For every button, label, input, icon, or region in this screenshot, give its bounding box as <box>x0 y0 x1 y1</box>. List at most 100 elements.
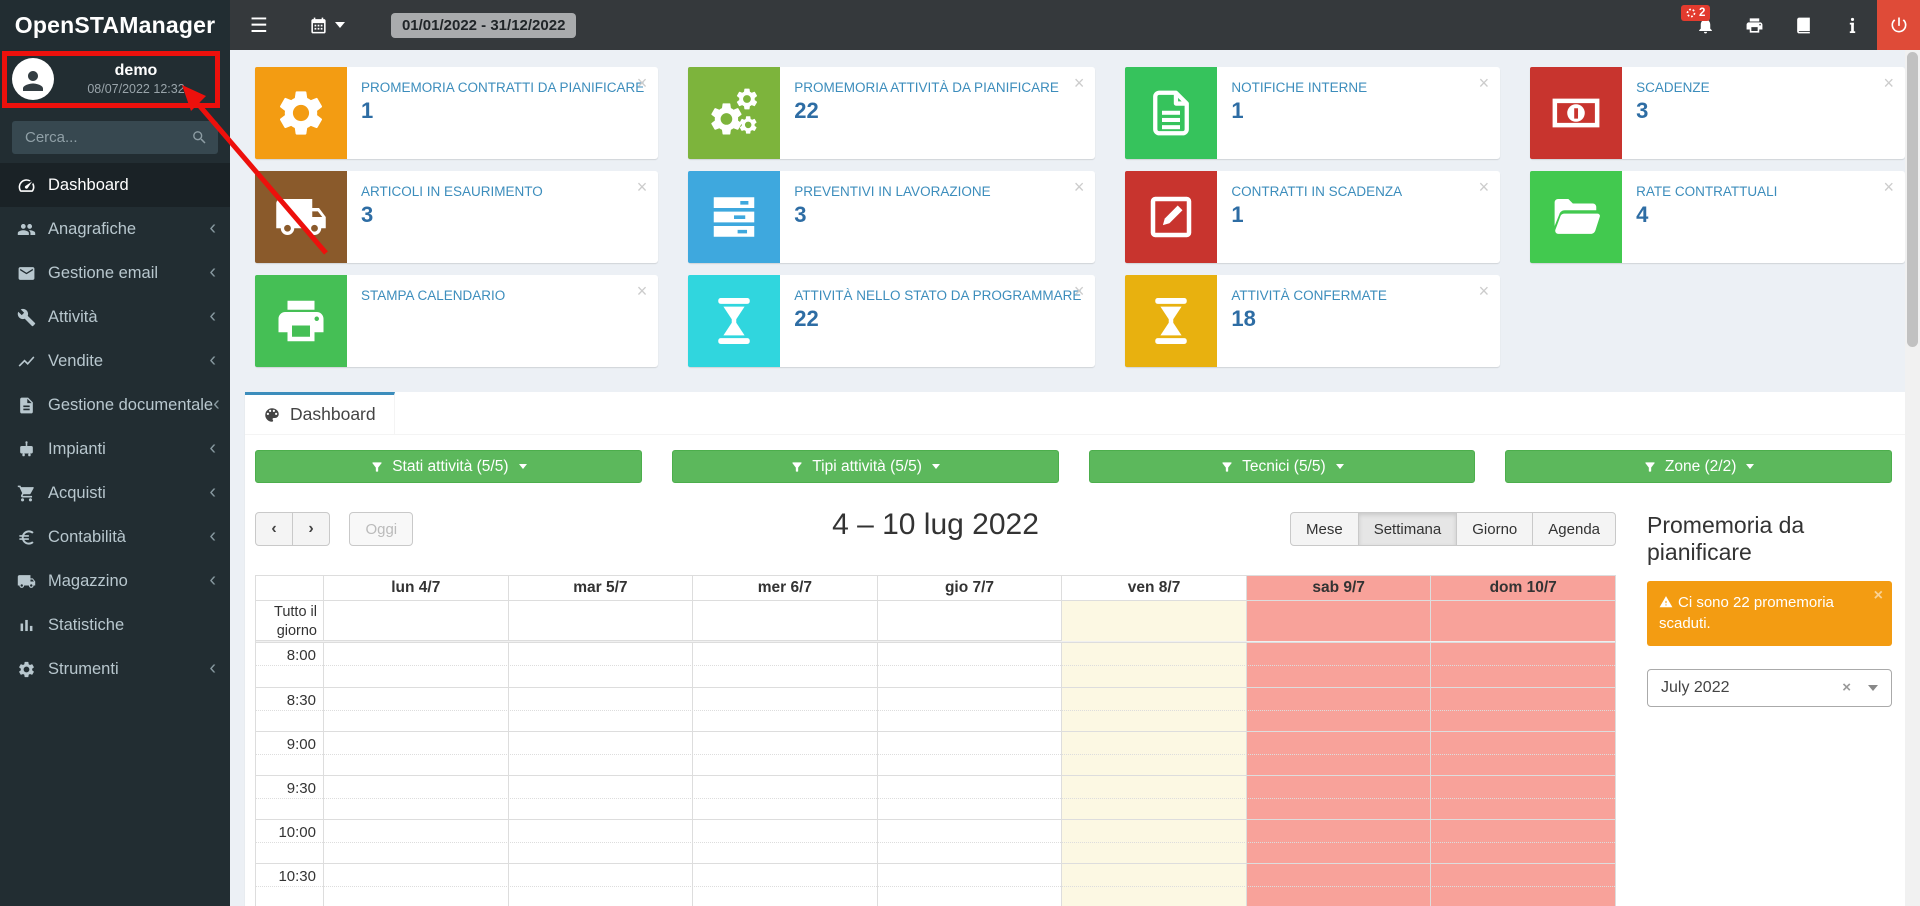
calendar-slot[interactable] <box>877 820 1062 863</box>
search-icon[interactable] <box>191 129 208 146</box>
calendar-slot[interactable] <box>1430 688 1615 731</box>
calendar-slot[interactable] <box>1246 820 1431 863</box>
calendar-slot[interactable] <box>1430 643 1615 687</box>
calendar-slot[interactable] <box>692 776 877 819</box>
calendar-slot[interactable] <box>1061 688 1246 731</box>
calendar-slot[interactable] <box>1246 643 1431 687</box>
calendar-slot[interactable] <box>877 864 1062 906</box>
calendar-slot[interactable] <box>1430 820 1615 863</box>
sidebar-item-statistiche[interactable]: Statistiche <box>0 603 230 647</box>
date-range-badge[interactable]: 01/01/2022 - 31/12/2022 <box>391 13 576 38</box>
filter-button-tipi-attivit-5-5[interactable]: Tipi attività (5/5) <box>672 450 1059 483</box>
calendar-slot[interactable] <box>1246 776 1431 819</box>
allday-cell[interactable] <box>1246 601 1431 641</box>
info-button[interactable] <box>1828 0 1877 50</box>
widget-card-contratti-in-scadenza[interactable]: CONTRATTI IN SCADENZA1× <box>1125 171 1500 263</box>
calendar-slot[interactable] <box>323 820 508 863</box>
widget-card-preventivi-in-lavorazione[interactable]: PREVENTIVI IN LAVORAZIONE3× <box>688 171 1095 263</box>
calendar-slot[interactable] <box>692 820 877 863</box>
calendar-slot[interactable] <box>1061 732 1246 775</box>
calendar-slot[interactable] <box>323 732 508 775</box>
sidebar-item-impianti[interactable]: Impianti‹ <box>0 427 230 471</box>
widget-card-rate-contrattuali[interactable]: RATE CONTRATTUALI4× <box>1530 171 1905 263</box>
page-scrollbar[interactable] <box>1905 50 1920 906</box>
calendar-slot[interactable] <box>1430 776 1615 819</box>
close-icon[interactable]: × <box>1074 74 1085 92</box>
calendar-slot[interactable] <box>692 643 877 687</box>
calendar-slot[interactable] <box>1430 864 1615 906</box>
close-icon[interactable]: × <box>1883 74 1894 92</box>
allday-cell[interactable] <box>508 601 693 641</box>
close-icon[interactable]: × <box>1479 178 1490 196</box>
tab-dashboard[interactable]: Dashboard <box>245 392 395 434</box>
view-button-agenda[interactable]: Agenda <box>1532 512 1616 546</box>
widget-card-notifiche-interne[interactable]: NOTIFICHE INTERNE1× <box>1125 67 1500 159</box>
calendar-slot[interactable] <box>692 688 877 731</box>
widget-card-promemoria-contratti-da-pianificare[interactable]: PROMEMORIA CONTRATTI DA PIANIFICARE1× <box>255 67 658 159</box>
close-icon[interactable]: × <box>1883 178 1894 196</box>
calendar-slot[interactable] <box>323 776 508 819</box>
close-icon[interactable]: × <box>637 74 648 92</box>
close-icon[interactable]: × <box>637 282 648 300</box>
alert-close-icon[interactable]: × <box>1874 588 1883 604</box>
calendar-slot[interactable] <box>1246 732 1431 775</box>
calendar-slot[interactable] <box>1061 776 1246 819</box>
widget-card-stampa-calendario[interactable]: STAMPA CALENDARIO× <box>255 275 658 367</box>
view-button-settimana[interactable]: Settimana <box>1358 512 1458 546</box>
close-icon[interactable]: × <box>637 178 648 196</box>
allday-cell[interactable] <box>1430 601 1615 641</box>
calendar-slot[interactable] <box>1061 820 1246 863</box>
calendar-slot[interactable] <box>508 688 693 731</box>
calendar-slot[interactable] <box>508 732 693 775</box>
calendar-slot[interactable] <box>877 688 1062 731</box>
filter-button-tecnici-5-5[interactable]: Tecnici (5/5) <box>1089 450 1476 483</box>
allday-cell[interactable] <box>692 601 877 641</box>
calendar-slot[interactable] <box>692 732 877 775</box>
sidebar-item-vendite[interactable]: Vendite‹ <box>0 339 230 383</box>
calendar-slot[interactable] <box>508 820 693 863</box>
calendar-slot[interactable] <box>1061 643 1246 687</box>
calendar-slot[interactable] <box>877 776 1062 819</box>
calendar-slot[interactable] <box>508 864 693 906</box>
sidebar-item-gestione-documentale[interactable]: Gestione documentale‹ <box>0 383 230 427</box>
calendar-slot[interactable] <box>692 864 877 906</box>
sidebar-item-anagrafiche[interactable]: Anagrafiche‹ <box>0 207 230 251</box>
sidebar-item-strumenti[interactable]: Strumenti‹ <box>0 647 230 691</box>
sidebar-item-gestione-email[interactable]: Gestione email‹ <box>0 251 230 295</box>
user-panel[interactable]: demo 08/07/2022 12:32 <box>0 50 230 108</box>
allday-cell[interactable] <box>877 601 1062 641</box>
filter-button-stati-attivit-5-5[interactable]: Stati attività (5/5) <box>255 450 642 483</box>
scrollbar-thumb[interactable] <box>1907 52 1918 347</box>
sidebar-item-magazzino[interactable]: Magazzino‹ <box>0 559 230 603</box>
filter-button-zone-2-2[interactable]: Zone (2/2) <box>1505 450 1892 483</box>
widget-card-promemoria-attivit-da-pianificare[interactable]: PROMEMORIA ATTIVITÀ DA PIANIFICARE22× <box>688 67 1095 159</box>
hamburger-menu-icon[interactable]: ☰ <box>230 0 288 50</box>
calendar-slot[interactable] <box>877 732 1062 775</box>
view-button-mese[interactable]: Mese <box>1290 512 1359 546</box>
month-select[interactable]: July 2022 × <box>1647 669 1892 707</box>
close-icon[interactable]: × <box>1074 178 1085 196</box>
calendar-slot[interactable] <box>1246 864 1431 906</box>
sidebar-item-dashboard[interactable]: Dashboard <box>0 163 230 207</box>
period-calendar-dropdown[interactable] <box>309 16 345 35</box>
search-input[interactable] <box>12 121 218 154</box>
calendar-slot[interactable] <box>508 643 693 687</box>
calendar-slot[interactable] <box>1246 688 1431 731</box>
calendar-slot[interactable] <box>323 643 508 687</box>
calendar-slot[interactable] <box>323 864 508 906</box>
view-button-giorno[interactable]: Giorno <box>1456 512 1533 546</box>
widget-card-attivit-nello-stato-da-programmare[interactable]: ATTIVITÀ NELLO STATO DA PROGRAMMARE22× <box>688 275 1095 367</box>
calendar-slot[interactable] <box>1430 732 1615 775</box>
calendar-slot[interactable] <box>508 776 693 819</box>
app-logo[interactable]: OpenSTAManager <box>0 0 230 50</box>
calendar-slot[interactable] <box>877 643 1062 687</box>
close-icon[interactable]: × <box>1479 74 1490 92</box>
close-icon[interactable]: × <box>1074 282 1085 300</box>
notifications-button[interactable]: 2 <box>1681 0 1730 50</box>
print-button[interactable] <box>1730 0 1779 50</box>
clear-selection-icon[interactable]: × <box>1842 679 1851 696</box>
logout-button[interactable] <box>1877 0 1920 50</box>
sidebar-item-contabilit[interactable]: Contabilità‹ <box>0 515 230 559</box>
sidebar-item-attivit[interactable]: Attività‹ <box>0 295 230 339</box>
widget-card-scadenze[interactable]: SCADENZE3× <box>1530 67 1905 159</box>
